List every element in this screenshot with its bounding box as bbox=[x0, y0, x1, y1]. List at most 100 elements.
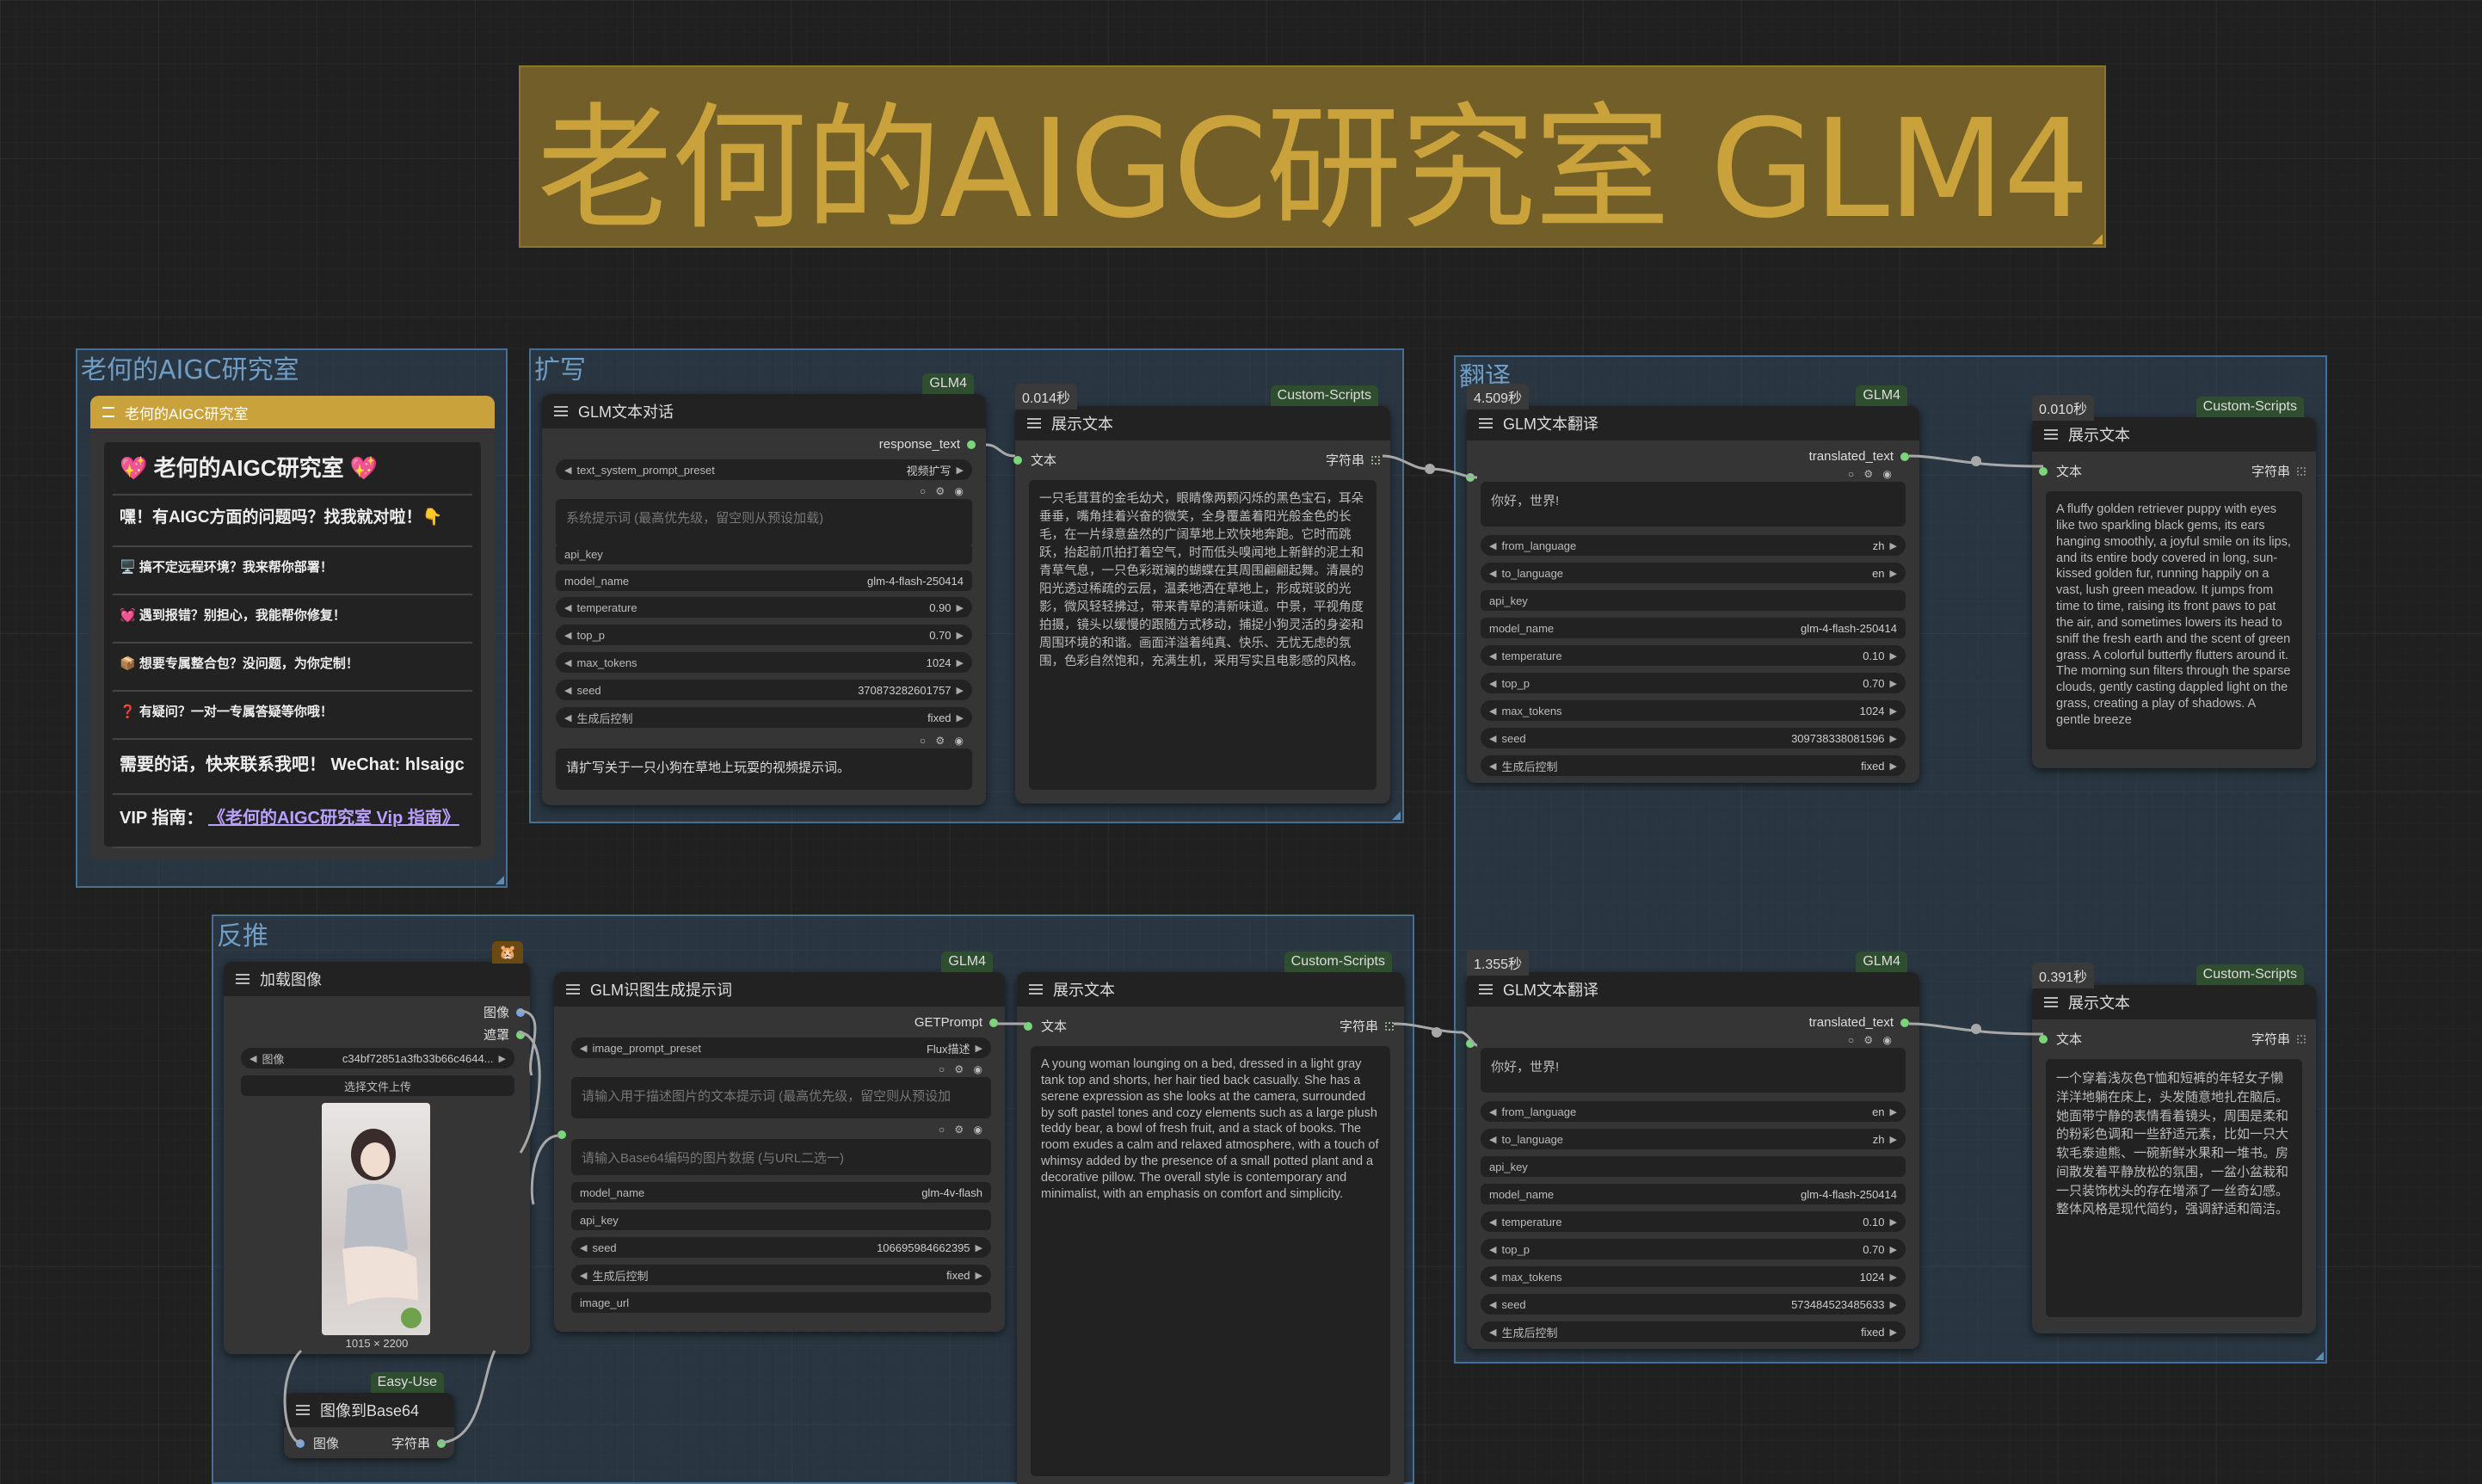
load-image-node[interactable]: 🐹 加载图像 图像 遮罩 ◀ 图像 c34bf72851a3fb33b66c464… bbox=[224, 941, 530, 1354]
right-arrow-icon[interactable]: ▶ bbox=[1890, 705, 1897, 717]
left-arrow-icon[interactable]: ◀ bbox=[564, 630, 571, 641]
api-key-field[interactable]: api_key bbox=[556, 544, 972, 564]
model-name-field[interactable]: model_name glm-4-flash-250414 bbox=[1481, 1184, 1906, 1204]
output-translated-text[interactable]: translated_text bbox=[1809, 1015, 1909, 1030]
input-text[interactable]: 文本 bbox=[1013, 451, 1056, 469]
menu-icon[interactable] bbox=[1479, 418, 1493, 428]
output-dot[interactable] bbox=[989, 1018, 998, 1027]
seed-stepper[interactable]: ◀ seed 573484523485633 ▶ bbox=[1481, 1294, 1906, 1315]
input-dot[interactable] bbox=[2039, 466, 2048, 476]
promo-node[interactable]: 老何的AIGC研究室 💖 老何的AIGC研究室 💖 嘿！有AIGC方面的问题吗？… bbox=[90, 396, 495, 860]
widget-toolbar-icons[interactable]: ○ ⚙ ◉ bbox=[920, 735, 967, 747]
api-key-field[interactable]: api_key bbox=[571, 1210, 991, 1230]
control-combo[interactable]: ◀ 生成后控制 fixed ▶ bbox=[571, 1265, 991, 1285]
control-combo[interactable]: ◀ 生成后控制 fixed ▶ bbox=[556, 707, 972, 728]
output-dot[interactable] bbox=[1385, 1021, 1394, 1031]
output-dot[interactable] bbox=[2297, 1034, 2306, 1044]
left-arrow-icon[interactable]: ◀ bbox=[564, 685, 571, 696]
menu-icon[interactable] bbox=[566, 984, 580, 994]
node-header[interactable]: 图像到Base64 bbox=[284, 1393, 454, 1427]
right-arrow-icon[interactable]: ▶ bbox=[1890, 1244, 1897, 1255]
output-string[interactable]: 字符串 bbox=[391, 1434, 446, 1452]
right-arrow-icon[interactable]: ▶ bbox=[957, 602, 964, 613]
right-arrow-icon[interactable]: ▶ bbox=[1890, 1272, 1897, 1283]
node-header[interactable]: GLM识图生成提示词 bbox=[554, 972, 1005, 1007]
widget-toolbar-icons[interactable]: ○ ⚙ ◉ bbox=[1848, 468, 1895, 480]
left-arrow-icon[interactable]: ◀ bbox=[1489, 1272, 1496, 1283]
menu-icon[interactable] bbox=[296, 1405, 310, 1415]
node-header[interactable]: 展示文本 bbox=[2032, 417, 2316, 452]
left-arrow-icon[interactable]: ◀ bbox=[1489, 1134, 1496, 1145]
left-arrow-icon[interactable]: ◀ bbox=[1489, 1299, 1496, 1310]
right-arrow-icon[interactable]: ▶ bbox=[1890, 760, 1897, 772]
display-textarea[interactable]: 一个穿着浅灰色T恤和短裤的年轻女子懒洋洋地躺在床上，头发随意地扎在脑后。她面带宁… bbox=[2046, 1059, 2302, 1317]
widget-toolbar-icons[interactable]: ○ ⚙ ◉ bbox=[920, 485, 967, 497]
right-arrow-icon[interactable]: ▶ bbox=[1890, 678, 1897, 689]
left-arrow-icon[interactable]: ◀ bbox=[249, 1053, 256, 1064]
temperature-stepper[interactable]: ◀ temperature 0.90 ▶ bbox=[556, 597, 972, 618]
right-arrow-icon[interactable]: ▶ bbox=[957, 657, 964, 668]
output-response-text[interactable]: response_text bbox=[879, 437, 976, 452]
right-arrow-icon[interactable]: ▶ bbox=[957, 465, 964, 476]
max-tokens-stepper[interactable]: ◀ max_tokens 1024 ▶ bbox=[1481, 1266, 1906, 1287]
right-arrow-icon[interactable]: ▶ bbox=[1890, 650, 1897, 662]
node-header[interactable]: 老何的AIGC研究室 bbox=[90, 396, 495, 428]
right-arrow-icon[interactable]: ▶ bbox=[1890, 1134, 1897, 1145]
left-arrow-icon[interactable]: ◀ bbox=[580, 1242, 587, 1253]
left-arrow-icon[interactable]: ◀ bbox=[1489, 568, 1496, 579]
input-dot[interactable] bbox=[1024, 1021, 1032, 1031]
left-arrow-icon[interactable]: ◀ bbox=[564, 602, 571, 613]
to-language-combo[interactable]: ◀ to_language zh ▶ bbox=[1481, 1129, 1906, 1149]
system-prompt-textarea[interactable]: 系统提示词 (最高优先级，留空则从预设加载) bbox=[556, 499, 972, 547]
output-dot[interactable] bbox=[967, 440, 976, 449]
left-arrow-icon[interactable]: ◀ bbox=[1489, 1216, 1496, 1228]
input-dot[interactable] bbox=[296, 1438, 305, 1448]
input-textarea[interactable]: 你好，世界! bbox=[1481, 482, 1906, 526]
temperature-stepper[interactable]: ◀ temperature 0.10 ▶ bbox=[1481, 1211, 1906, 1232]
display-textarea[interactable]: A fluffy golden retriever puppy with eye… bbox=[2046, 491, 2302, 749]
input-dot[interactable] bbox=[557, 1130, 566, 1139]
top-p-stepper[interactable]: ◀ top_p 0.70 ▶ bbox=[556, 625, 972, 645]
max-tokens-stepper[interactable]: ◀ max_tokens 1024 ▶ bbox=[1481, 700, 1906, 721]
input-text[interactable]: 文本 bbox=[2039, 462, 2082, 480]
right-arrow-icon[interactable]: ▶ bbox=[1890, 1299, 1897, 1310]
output-image[interactable]: 图像 bbox=[483, 1003, 525, 1021]
output-string[interactable]: 字符串 bbox=[2251, 1030, 2306, 1048]
node-header[interactable]: 加载图像 bbox=[224, 962, 530, 996]
output-string[interactable]: 字符串 bbox=[1326, 451, 1380, 469]
input-dot[interactable] bbox=[1013, 455, 1022, 465]
image-combo[interactable]: ◀ 图像 c34bf72851a3fb33b66c4644... ▶ bbox=[241, 1048, 514, 1068]
menu-icon[interactable] bbox=[102, 407, 114, 417]
seed-stepper[interactable]: ◀ seed 309738338081596 ▶ bbox=[1481, 728, 1906, 748]
preset-combo[interactable]: ◀ text_system_prompt_preset 视频扩写 ▶ bbox=[556, 459, 972, 480]
left-arrow-icon[interactable]: ◀ bbox=[1489, 1106, 1496, 1118]
top-p-stepper[interactable]: ◀ top_p 0.70 ▶ bbox=[1481, 1239, 1906, 1259]
output-dot[interactable] bbox=[1900, 1018, 1909, 1027]
left-arrow-icon[interactable]: ◀ bbox=[564, 657, 571, 668]
right-arrow-icon[interactable]: ▶ bbox=[957, 630, 964, 641]
show-text-node-2[interactable]: 0.010秒 Custom-Scripts 展示文本 文本 字符串 A fluf… bbox=[2032, 395, 2316, 768]
display-textarea[interactable]: A young woman lounging on a bed, dressed… bbox=[1031, 1046, 1390, 1476]
top-p-stepper[interactable]: ◀ top_p 0.70 ▶ bbox=[1481, 673, 1906, 693]
upload-button[interactable]: 选择文件上传 bbox=[241, 1075, 514, 1096]
output-dot[interactable] bbox=[2297, 466, 2306, 476]
right-arrow-icon[interactable]: ▶ bbox=[976, 1043, 982, 1054]
vision-prompt-node[interactable]: GLM4 GLM识图生成提示词 GETPrompt ◀ image_prompt_… bbox=[554, 951, 1005, 1332]
left-arrow-icon[interactable]: ◀ bbox=[1489, 705, 1496, 717]
left-arrow-icon[interactable]: ◀ bbox=[1489, 1244, 1496, 1255]
seed-stepper[interactable]: ◀ seed 370873282601757 ▶ bbox=[556, 680, 972, 700]
menu-icon[interactable] bbox=[1029, 984, 1043, 994]
right-arrow-icon[interactable]: ▶ bbox=[1890, 1216, 1897, 1228]
from-language-combo[interactable]: ◀ from_language zh ▶ bbox=[1481, 535, 1906, 556]
left-arrow-icon[interactable]: ◀ bbox=[1489, 678, 1496, 689]
input-text[interactable]: 文本 bbox=[1024, 1017, 1067, 1035]
display-textarea[interactable]: 一只毛茸茸的金毛幼犬，眼睛像两颗闪烁的黑色宝石，耳朵垂垂，嘴角挂着兴奋的微笑，全… bbox=[1029, 480, 1376, 790]
output-dot[interactable] bbox=[437, 1438, 446, 1448]
menu-icon[interactable] bbox=[1479, 984, 1493, 994]
from-language-combo[interactable]: ◀ from_language en ▶ bbox=[1481, 1101, 1906, 1122]
output-dot[interactable] bbox=[1900, 452, 1909, 461]
control-combo[interactable]: ◀ 生成后控制 fixed ▶ bbox=[1481, 755, 1906, 776]
input-dot[interactable] bbox=[1466, 473, 1475, 482]
translate-node-2[interactable]: 1.355秒 GLM4 GLM文本翻译 translated_text ○ ⚙ … bbox=[1466, 950, 1919, 1349]
left-arrow-icon[interactable]: ◀ bbox=[1489, 760, 1496, 772]
